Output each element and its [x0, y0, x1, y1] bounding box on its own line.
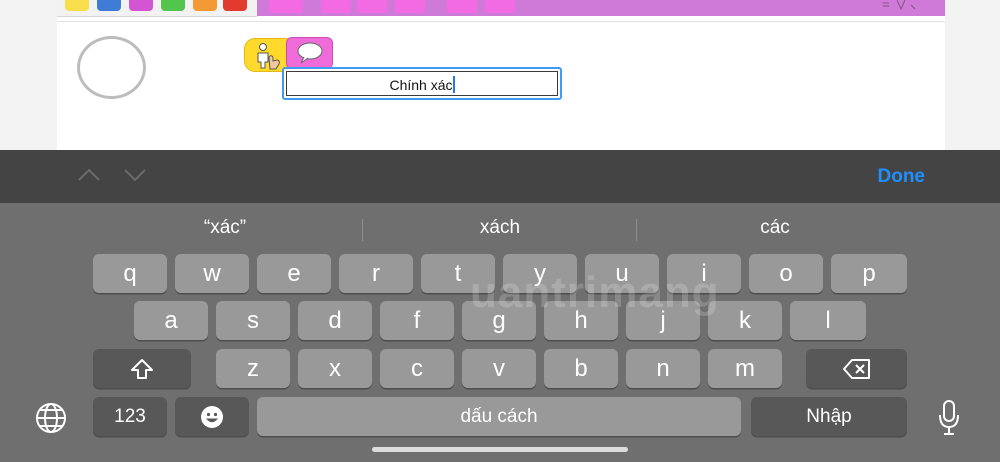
category-tab-control[interactable] — [193, 0, 217, 11]
suggestion-divider — [636, 219, 637, 241]
key-b[interactable]: b — [544, 349, 618, 388]
suggestion-3[interactable]: các — [680, 217, 870, 239]
key-a[interactable]: a — [134, 301, 208, 340]
category-tab-triggers[interactable] — [65, 0, 89, 11]
scroll-marks-icon — [883, 0, 916, 10]
emoji-icon — [201, 405, 223, 428]
suggestion-2[interactable]: xách — [405, 217, 595, 239]
left-margin — [0, 0, 57, 150]
key-z[interactable]: z — [216, 349, 290, 388]
key-d[interactable]: d — [298, 301, 372, 340]
key-w[interactable]: w — [175, 254, 249, 293]
looks-blocks-strip — [257, 0, 945, 16]
numbers-key[interactable]: 123 — [93, 397, 167, 436]
space-key[interactable]: dấu cách — [257, 397, 741, 436]
key-m[interactable]: m — [708, 349, 782, 388]
return-key[interactable]: Nhập — [751, 397, 907, 436]
shift-icon — [131, 358, 153, 379]
done-button[interactable]: Done — [878, 166, 926, 188]
key-r[interactable]: r — [339, 254, 413, 293]
key-c[interactable]: c — [380, 349, 454, 388]
text-caret — [452, 76, 455, 93]
emoji-key[interactable] — [175, 397, 249, 436]
say-block[interactable] — [286, 37, 333, 69]
keyboard-accessory-bar: Done — [0, 150, 1000, 203]
speech-bubble-icon — [297, 42, 323, 64]
delete-key[interactable] — [806, 349, 907, 388]
category-tab-end[interactable] — [223, 0, 247, 11]
text-field-value: Chính xác — [389, 77, 453, 93]
key-l[interactable]: l — [790, 301, 866, 340]
suggestion-divider — [362, 219, 363, 241]
category-tab-looks[interactable] — [129, 0, 153, 11]
app-canvas: Chính xác — [0, 0, 1000, 150]
home-indicator[interactable] — [372, 447, 628, 452]
chevron-up-icon[interactable] — [77, 166, 101, 182]
palette-block[interactable] — [395, 0, 425, 13]
category-tab-sound[interactable] — [161, 0, 185, 11]
key-e[interactable]: e — [257, 254, 331, 293]
microphone-icon[interactable] — [938, 400, 960, 436]
tap-character-icon — [257, 43, 280, 70]
key-s[interactable]: s — [216, 301, 290, 340]
backspace-icon — [842, 358, 870, 379]
suggestion-1[interactable]: “xác” — [130, 217, 320, 239]
key-n[interactable]: n — [626, 349, 700, 388]
key-p[interactable]: p — [831, 254, 907, 293]
palette-block[interactable] — [357, 0, 387, 13]
say-text-field[interactable]: Chính xác — [282, 67, 562, 100]
text-field-content: Chính xác — [284, 76, 560, 93]
globe-icon[interactable] — [35, 402, 67, 434]
key-q[interactable]: q — [93, 254, 167, 293]
key-x[interactable]: x — [298, 349, 372, 388]
divider — [57, 21, 945, 22]
watermark-text: uantrimang — [470, 268, 720, 317]
chevron-down-icon[interactable] — [123, 166, 147, 182]
right-margin — [945, 0, 1000, 150]
key-o[interactable]: o — [749, 254, 823, 293]
key-f[interactable]: f — [380, 301, 454, 340]
category-tab-motion[interactable] — [97, 0, 121, 11]
palette-block[interactable] — [447, 0, 477, 13]
palette-block[interactable] — [269, 0, 303, 13]
palette-block[interactable] — [485, 0, 515, 13]
key-v[interactable]: v — [462, 349, 536, 388]
palette-block[interactable] — [321, 0, 351, 13]
shift-key[interactable] — [93, 349, 191, 388]
category-palette — [57, 0, 257, 17]
character-sprite[interactable] — [77, 36, 146, 99]
